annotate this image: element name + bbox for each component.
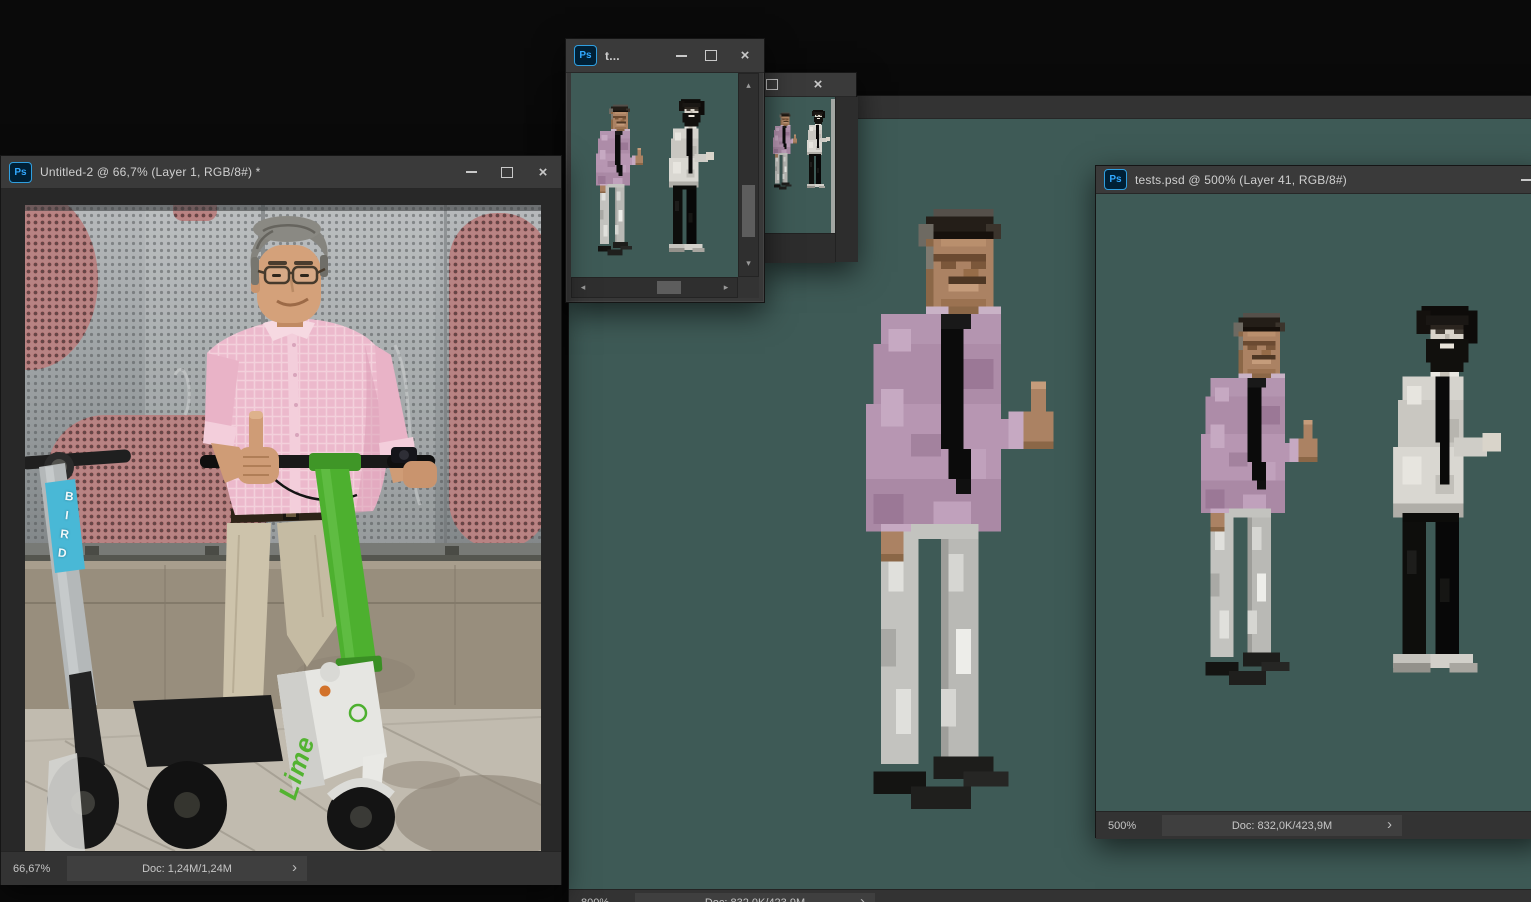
pixel-beard-man-medium xyxy=(1393,306,1506,682)
horizontal-scrollbar[interactable]: ◂ ▸ xyxy=(571,277,738,298)
minimize-icon xyxy=(676,55,687,57)
main-doc-info[interactable]: Doc: 832,0K/423,9M › xyxy=(635,893,875,902)
untitled-titlebar[interactable]: Ps Untitled-2 @ 66,7% (Layer 1, RGB/8#) … xyxy=(1,156,561,189)
tests-window-title: tests.psd @ 500% (Layer 41, RGB/8#) xyxy=(1135,173,1347,187)
pixel-man-large xyxy=(866,209,1061,809)
tests-zoom-level[interactable]: 500% xyxy=(1108,812,1136,839)
floating-front-canvas[interactable] xyxy=(571,73,738,277)
floating-front-maximize-button[interactable] xyxy=(696,39,726,72)
floating-front-minimize-button[interactable] xyxy=(666,39,696,72)
scrollbar-corner xyxy=(738,277,759,298)
floating-window-back: × xyxy=(758,72,857,262)
close-icon: × xyxy=(539,165,548,180)
untitled-doc-info[interactable]: Doc: 1,24M/1,24M › xyxy=(67,856,307,881)
tests-minimize-button[interactable] xyxy=(1508,166,1531,193)
main-doc-text: Doc: 832,0K/423,9M xyxy=(705,897,805,902)
tests-psd-window: Ps tests.psd @ 500% (Layer 41, RGB/8#) 5… xyxy=(1095,165,1531,838)
pixel-man-small xyxy=(596,104,645,256)
untitled-minimize-button[interactable] xyxy=(453,156,489,188)
scroll-left-icon[interactable]: ◂ xyxy=(576,278,590,297)
minimize-icon xyxy=(466,171,477,173)
floating-front-titlebar[interactable]: Ps t... × xyxy=(566,39,764,73)
pixel-man-medium xyxy=(1201,313,1322,685)
scroll-down-icon[interactable]: ▾ xyxy=(739,256,758,270)
maximize-icon xyxy=(705,50,717,61)
photo-canvas[interactable] xyxy=(25,205,541,851)
pixel-beard-man-tiny xyxy=(807,110,831,190)
horizontal-scroll-thumb[interactable] xyxy=(657,281,681,294)
untitled-window-title: Untitled-2 @ 66,7% (Layer 1, RGB/8#) * xyxy=(40,165,261,179)
untitled-pasteboard[interactable]: BIRD Lime xyxy=(1,189,561,851)
tests-doc-info[interactable]: Doc: 832,0K/423,9M › xyxy=(1162,815,1402,836)
pixel-beard-man-small xyxy=(669,99,716,256)
tests-doc-text: Doc: 832,0K/423,9M xyxy=(1232,820,1332,832)
floating-back-close-button[interactable]: × xyxy=(807,73,829,97)
maximize-icon xyxy=(766,79,778,90)
main-statusbar: 800% Doc: 832,0K/423,9M › xyxy=(569,889,1531,902)
close-icon: × xyxy=(741,48,750,63)
floating-window-front: Ps t... × ▴ ▾ ◂ xyxy=(565,38,765,303)
tests-statusbar: 500% Doc: 832,0K/423,9M › xyxy=(1096,811,1531,839)
main-zoom-level[interactable]: 800% xyxy=(581,890,609,902)
maximize-icon xyxy=(501,167,513,178)
main-status-chevron-icon[interactable]: › xyxy=(860,893,865,902)
untitled-doc-text: Doc: 1,24M/1,24M xyxy=(142,863,232,875)
floating-back-scroll-column[interactable] xyxy=(835,97,858,262)
scroll-up-icon[interactable]: ▴ xyxy=(739,78,758,92)
floating-front-title: t... xyxy=(605,49,620,63)
floating-front-close-button[interactable]: × xyxy=(726,39,764,72)
untitled-statusbar: 66,67% Doc: 1,24M/1,24M › xyxy=(1,851,561,885)
untitled-status-chevron-icon[interactable]: › xyxy=(292,859,297,876)
tests-status-chevron-icon[interactable]: › xyxy=(1387,816,1392,833)
floating-back-canvas[interactable] xyxy=(759,97,835,233)
photoshop-workspace: 800% Doc: 832,0K/423,9M › Ps tests.psd @… xyxy=(0,0,1531,902)
scroll-right-icon[interactable]: ▸ xyxy=(719,278,733,297)
tests-titlebar[interactable]: Ps tests.psd @ 500% (Layer 41, RGB/8#) xyxy=(1096,166,1531,194)
close-icon: × xyxy=(814,77,823,92)
pixel-man-tiny xyxy=(773,112,798,190)
minimize-icon xyxy=(1521,179,1531,181)
tests-canvas[interactable] xyxy=(1096,194,1531,811)
floating-back-titlebar[interactable]: × xyxy=(759,73,856,97)
untitled-close-button[interactable]: × xyxy=(525,156,561,188)
untitled-zoom-level[interactable]: 66,67% xyxy=(13,852,50,885)
vertical-scroll-thumb[interactable] xyxy=(742,185,755,237)
photoshop-logo-icon: Ps xyxy=(574,45,597,66)
vertical-scrollbar[interactable]: ▴ ▾ xyxy=(738,73,759,277)
photoshop-logo-icon: Ps xyxy=(9,162,32,183)
floating-back-scroll-row[interactable] xyxy=(759,233,835,263)
untitled-maximize-button[interactable] xyxy=(489,156,525,188)
untitled-document-window: Ps Untitled-2 @ 66,7% (Layer 1, RGB/8#) … xyxy=(0,155,562,885)
photoshop-logo-icon: Ps xyxy=(1104,169,1127,190)
